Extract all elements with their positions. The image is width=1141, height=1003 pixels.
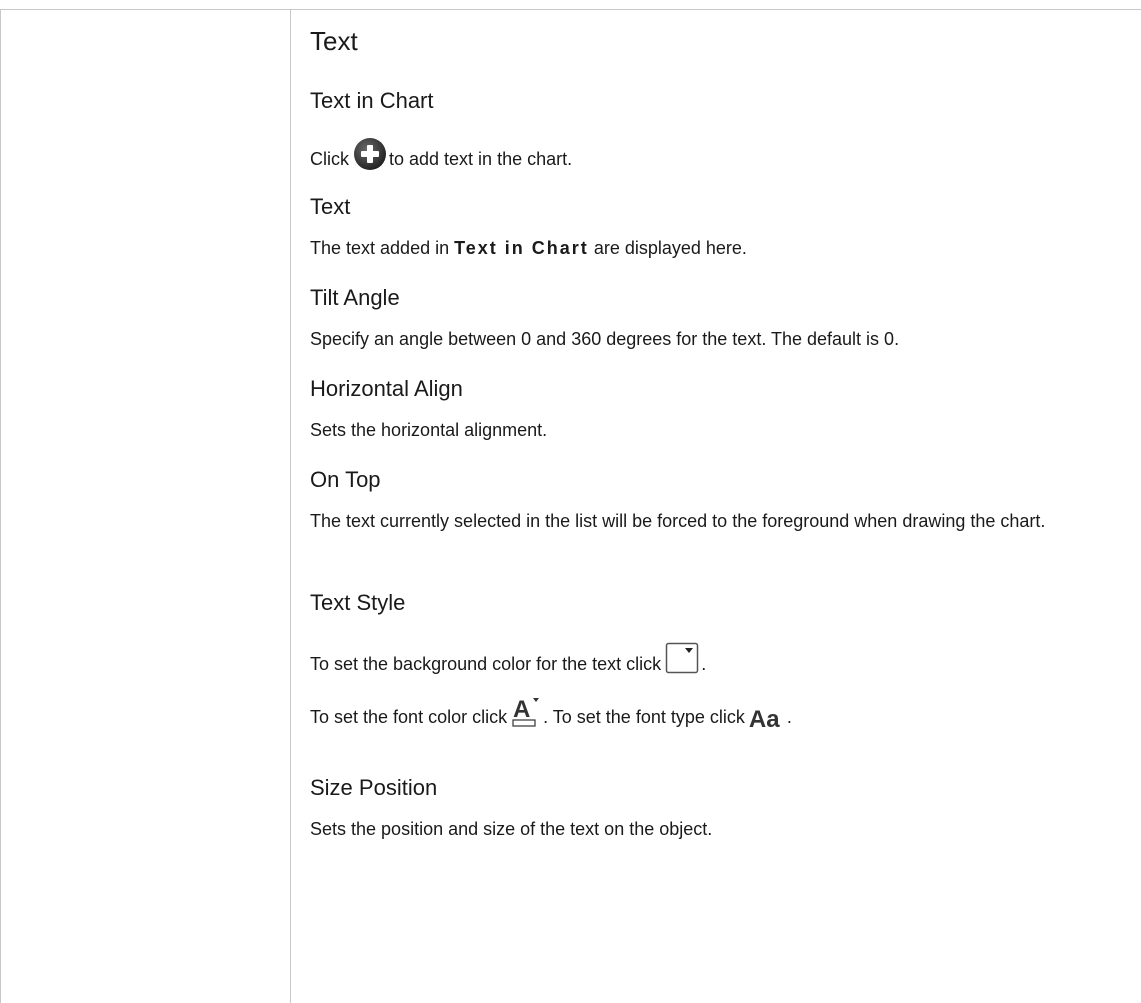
heading-text-style: Text Style <box>310 590 406 615</box>
page-frame: Text Text in Chart Click to add text in … <box>0 9 1141 1003</box>
text-style-line1-pre: To set the background color for the text… <box>310 654 662 674</box>
paragraph-size-position: Sets the position and size of the text o… <box>310 819 713 839</box>
text-style-line1-post: . <box>701 654 707 674</box>
paragraph-text-style-line2: To set the font color click A . To set t… <box>310 695 792 734</box>
svg-text:A: A <box>513 696 530 723</box>
heading-on-top: On Top <box>310 467 381 492</box>
page-title: Text <box>310 26 358 56</box>
text-bold-term: Text in Chart <box>454 238 589 258</box>
text-style-line2-mid: . To set the font type click <box>543 707 745 727</box>
heading-text-in-chart: Text in Chart <box>310 88 434 113</box>
paragraph-text-style-line1: To set the background color for the text… <box>310 642 706 680</box>
text-in-chart-pre: Click <box>310 149 349 169</box>
font-type-icon[interactable]: Aa <box>749 706 785 734</box>
text-in-chart-post: to add text in the chart. <box>389 149 573 169</box>
paragraph-text-in-chart: Click to add text in the chart. <box>310 137 572 175</box>
text-style-line2-post: . <box>786 707 792 727</box>
dropdown-box-icon[interactable] <box>665 642 699 674</box>
heading-text: Text <box>310 194 351 219</box>
text-pre: The text added in <box>310 238 450 258</box>
paragraph-tilt-angle: Specify an angle between 0 and 360 degre… <box>310 329 900 349</box>
paragraph-horizontal-align: Sets the horizontal alignment. <box>310 420 548 440</box>
heading-horizontal-align: Horizontal Align <box>310 376 463 401</box>
text-post: are displayed here. <box>593 238 747 258</box>
left-column <box>1 10 291 1003</box>
heading-size-position: Size Position <box>310 775 438 800</box>
font-color-icon[interactable]: A <box>511 695 541 729</box>
paragraph-text: The text added in Text in Chart are disp… <box>310 232 747 264</box>
plus-circle-icon[interactable] <box>353 137 387 171</box>
paragraph-on-top: The text currently selected in the list … <box>310 511 1046 531</box>
heading-tilt-angle: Tilt Angle <box>310 285 400 310</box>
text-style-line2-pre: To set the font color click <box>310 707 508 727</box>
